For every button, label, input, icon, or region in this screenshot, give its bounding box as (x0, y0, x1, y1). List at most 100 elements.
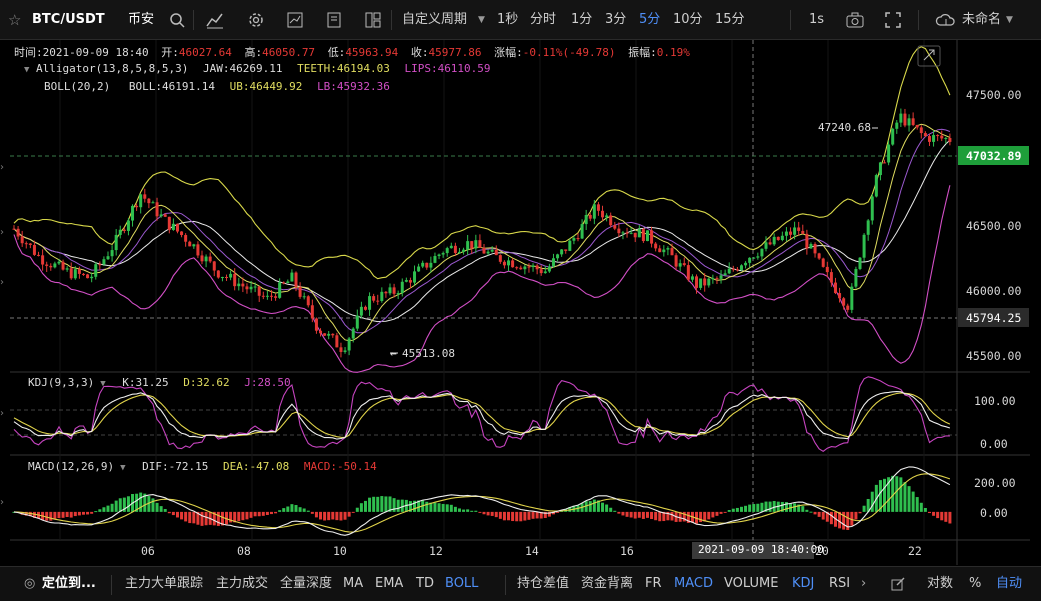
candle (560, 249, 564, 255)
bottom-item[interactable]: FR (645, 567, 662, 601)
candle (380, 291, 384, 301)
chevron-right-icon[interactable]: › (0, 497, 10, 508)
candle (793, 227, 797, 235)
star-icon[interactable]: ☆ (8, 0, 21, 40)
chevron-right-icon[interactable]: › (0, 162, 10, 173)
gear-icon[interactable] (247, 11, 265, 29)
macd-bar (723, 511, 727, 513)
layout-name[interactable]: 未命名 (962, 0, 1001, 40)
candle (200, 255, 204, 262)
bottom-item[interactable]: EMA (375, 567, 403, 601)
macd-bar (216, 511, 220, 526)
chart-type-icon[interactable] (286, 11, 304, 29)
macd-bar (531, 511, 535, 519)
auto-scale-toggle[interactable]: 自动 (996, 567, 1022, 601)
interval-15m[interactable]: 15分 (715, 0, 745, 40)
candle (507, 260, 511, 266)
candle (502, 261, 506, 266)
candle (466, 241, 470, 250)
alligator-legend[interactable]: ▼ Alligator(13,8,5,8,5,3) JAW:46269.11 T… (24, 62, 491, 75)
candle (12, 228, 16, 230)
ohlc-info: 时间:2021-09-09 18:40 开:46027.64 高:46050.7… (14, 46, 690, 59)
macd-bar (699, 511, 703, 523)
percent-toggle[interactable]: % (969, 567, 981, 601)
candle (20, 236, 24, 244)
bottom-item[interactable]: TD (416, 567, 434, 601)
interval-5m[interactable]: 5分 (639, 0, 660, 40)
bottom-item[interactable]: 主力成交 (216, 567, 268, 601)
macd-bar (151, 498, 155, 512)
interval-3m[interactable]: 3分 (605, 0, 626, 40)
macd-bar (801, 506, 805, 512)
fullscreen-icon[interactable] (884, 11, 902, 29)
interval-timeline[interactable]: 分时 (530, 0, 556, 40)
candle (789, 231, 793, 235)
candle (543, 271, 547, 274)
interval-10m[interactable]: 10分 (673, 0, 703, 40)
layout-icon[interactable] (364, 11, 382, 29)
candle (171, 223, 175, 230)
chevron-down-icon[interactable]: ▼ (478, 0, 485, 40)
candle (658, 248, 662, 253)
chevron-right-icon[interactable]: › (861, 567, 866, 601)
interval-1s[interactable]: 1秒 (497, 0, 518, 40)
candle (556, 254, 560, 259)
macd-bar (61, 511, 65, 518)
kdj-legend[interactable]: KDJ(9,3,3) ▼ K:31.25 D:32.62 J:28.50 (28, 376, 291, 389)
chevron-right-icon[interactable]: › (0, 277, 10, 288)
candle (359, 306, 363, 316)
bottom-item[interactable]: 主力大单跟踪 (125, 567, 203, 601)
log-scale-toggle[interactable]: 对数 (927, 567, 953, 601)
macd-legend[interactable]: MACD(12,26,9) ▼ DIF:-72.15 DEA:-47.08 MAC… (28, 460, 377, 473)
candle (756, 256, 760, 258)
boll-legend[interactable]: BOLL(20,2) BOLL:46191.14 UB:46449.92 LB:… (44, 80, 390, 93)
bottom-item[interactable]: 全量深度 (280, 567, 332, 601)
bottom-item[interactable]: RSI (829, 567, 850, 601)
bottom-item[interactable]: 资金背离 (581, 567, 633, 601)
location-pin-icon[interactable]: ◎ (24, 567, 35, 601)
candle (135, 205, 139, 208)
macd-bar (245, 511, 249, 520)
chevron-right-icon[interactable]: › (0, 408, 10, 419)
candle (515, 267, 519, 269)
locate-button[interactable]: 定位到... (42, 567, 96, 601)
macd-bar (433, 502, 437, 512)
price-tick: 46500.00 (966, 219, 1022, 233)
replay-speed[interactable]: 1s (809, 0, 824, 40)
exchange-name[interactable]: 币安 (128, 0, 154, 40)
bottom-item[interactable]: VOLUME (724, 567, 778, 601)
chevron-right-icon[interactable]: › (0, 227, 10, 238)
candle (654, 243, 658, 249)
candle (776, 236, 780, 241)
macd-bar (457, 508, 461, 512)
search-icon[interactable] (168, 11, 186, 29)
candle (131, 205, 135, 221)
candle (106, 256, 110, 260)
bottom-item-active[interactable]: MACD (674, 567, 713, 601)
macd-bar (470, 510, 474, 512)
bottom-item[interactable]: 持仓差值 (517, 567, 569, 601)
bottom-item[interactable]: MA (343, 567, 363, 601)
bottom-item-active[interactable]: BOLL (445, 567, 478, 601)
macd-bar (339, 511, 343, 521)
indicator-icon[interactable] (206, 11, 224, 29)
cloud-icon[interactable] (935, 11, 957, 29)
macd-bar (274, 511, 278, 514)
candle (686, 265, 690, 280)
macd-bar (654, 511, 658, 521)
period-menu[interactable]: 自定义周期 (402, 0, 467, 40)
template-icon[interactable] (325, 11, 343, 29)
symbol-pair[interactable]: BTC/USDT (32, 0, 105, 40)
bottom-item-active[interactable]: KDJ (792, 567, 814, 601)
chevron-down-icon[interactable]: ▼ (1006, 0, 1013, 40)
interval-1m[interactable]: 1分 (571, 0, 592, 40)
candle (396, 293, 400, 295)
macd-bar (592, 499, 596, 512)
edit-icon[interactable] (890, 576, 908, 594)
candlestick-chart[interactable] (10, 40, 1030, 565)
candle (57, 261, 61, 264)
macd-bar (613, 510, 617, 512)
camera-icon[interactable] (845, 11, 864, 29)
candle (621, 232, 625, 234)
macd-bar (621, 511, 625, 516)
